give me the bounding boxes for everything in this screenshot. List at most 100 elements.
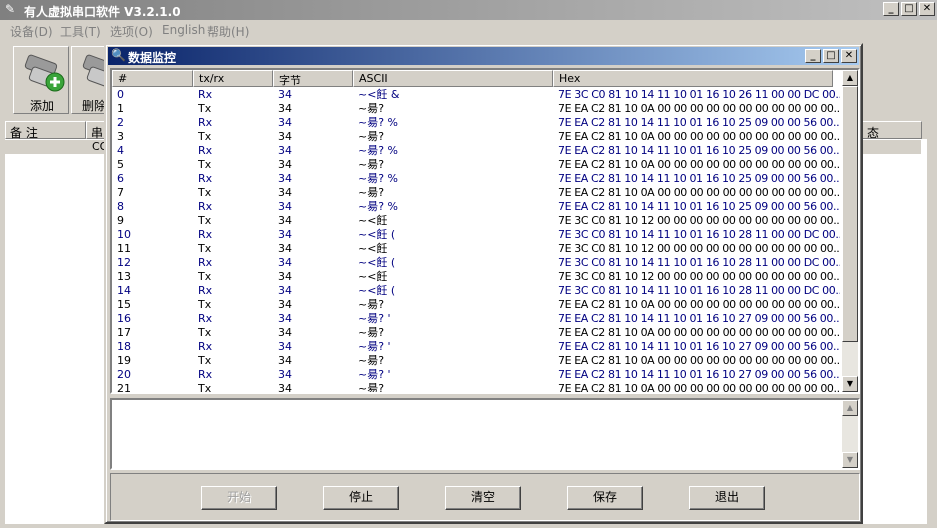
menu-options[interactable]: 选项(O) xyxy=(110,23,153,40)
table-row[interactable]: 13 Tx 34 ~<飪 7E 3C C0 81 10 12 00 00 00 00 0… xyxy=(112,270,844,284)
column-header-status[interactable]: 态 xyxy=(862,121,922,140)
row-ascii: ~昜? % xyxy=(358,116,399,129)
save-button[interactable]: 保存 xyxy=(567,486,643,510)
dialog-maximize-button[interactable]: □ xyxy=(823,49,839,63)
row-direction: Rx xyxy=(198,256,213,269)
grid-header: # tx/rx 字节 ASCII Hex xyxy=(112,70,844,87)
table-row[interactable]: 18 Rx 34 ~昜? ' 7E EA C2 81 10 14 11 10 01 16… xyxy=(112,340,844,354)
table-row[interactable]: 5 Tx 34 ~昜? 7E EA C2 81 10 0A 00 00 00 00 00… xyxy=(112,158,844,172)
table-row[interactable]: 16 Rx 34 ~昜? ' 7E EA C2 81 10 14 11 10 01 16… xyxy=(112,312,844,326)
row-index: 10 xyxy=(117,228,131,241)
app-icon: ✎ xyxy=(5,2,16,16)
dialog-minimize-button[interactable]: _ xyxy=(805,49,821,63)
add-port-icon xyxy=(24,54,65,92)
column-header-direction[interactable]: tx/rx xyxy=(193,70,273,87)
row-index: 3 xyxy=(117,130,124,143)
table-row[interactable]: 2 Rx 34 ~昜? % 7E EA C2 81 10 14 11 10 01 16 … xyxy=(112,116,844,130)
table-row[interactable]: 1 Tx 34 ~昜? 7E EA C2 81 10 0A 00 00 00 00 00… xyxy=(112,102,844,116)
column-header-bytes[interactable]: 字节 xyxy=(273,70,353,87)
clear-button[interactable]: 清空 xyxy=(445,486,521,510)
detail-scroll-up-button[interactable]: ▲ xyxy=(842,400,858,416)
row-index: 11 xyxy=(117,242,131,255)
column-header-hex[interactable]: Hex xyxy=(553,70,833,87)
row-index: 4 xyxy=(117,144,124,157)
row-direction: Tx xyxy=(198,158,212,171)
row-direction: Rx xyxy=(198,172,213,185)
row-bytes: 34 xyxy=(278,88,292,101)
row-ascii: ~昜? % xyxy=(358,144,399,157)
menu-english[interactable]: English xyxy=(162,23,205,37)
menu-device[interactable]: 设备(D) xyxy=(10,23,53,40)
table-row[interactable]: 15 Tx 34 ~昜? 7E EA C2 81 10 0A 00 00 00 00 0… xyxy=(112,298,844,312)
row-bytes: 34 xyxy=(278,158,292,171)
table-row[interactable]: 10 Rx 34 ~<飪 (7E 3C C0 81 10 14 11 10 01 16… xyxy=(112,228,844,242)
row-index: 16 xyxy=(117,312,131,325)
row-direction: Tx xyxy=(198,326,212,339)
detail-scrollbar[interactable]: ▲ ▼ xyxy=(842,400,858,468)
table-row[interactable]: 3 Tx 34 ~昜? 7E EA C2 81 10 0A 00 00 00 00 00… xyxy=(112,130,844,144)
row-hex: 7E 3C C0 81 10 12 00 00 00 00 00 00 00 0… xyxy=(558,270,840,283)
table-row[interactable]: 6 Rx 34 ~昜? % 7E EA C2 81 10 14 11 10 01 16 … xyxy=(112,172,844,186)
row-direction: Tx xyxy=(198,242,212,255)
row-direction: Rx xyxy=(198,368,213,381)
row-bytes: 34 xyxy=(278,242,292,255)
magnifier-icon: 🔍 xyxy=(111,48,126,62)
column-header-ascii[interactable]: ASCII xyxy=(353,70,553,87)
column-header-index[interactable]: # xyxy=(112,70,193,87)
row-hex: 7E EA C2 81 10 14 11 10 01 16 10 27 09 0… xyxy=(558,340,840,353)
row-bytes: 34 xyxy=(278,144,292,157)
row-bytes: 34 xyxy=(278,116,292,129)
table-row[interactable]: 17 Tx 34 ~昜? 7E EA C2 81 10 0A 00 00 00 00 0… xyxy=(112,326,844,340)
stop-button[interactable]: 停止 xyxy=(323,486,399,510)
row-hex: 7E EA C2 81 10 0A 00 00 00 00 00 00 00 0… xyxy=(558,382,840,394)
dialog-close-button[interactable]: ✕ xyxy=(841,49,857,63)
add-button[interactable]: 添加 xyxy=(13,46,69,114)
row-direction: Tx xyxy=(198,298,212,311)
exit-button[interactable]: 退出 xyxy=(689,486,765,510)
start-button[interactable]: 开始 xyxy=(201,486,277,510)
table-row[interactable]: 11 Tx 34 ~<飪 7E 3C C0 81 10 12 00 00 00 00 0… xyxy=(112,242,844,256)
scroll-down-button[interactable]: ▼ xyxy=(842,376,858,392)
close-button[interactable]: ✕ xyxy=(919,2,935,16)
table-row[interactable]: 21 Tx 34 ~昜? 7E EA C2 81 10 0A 00 00 00 00 0… xyxy=(112,382,844,394)
delete-button[interactable]: 删除 xyxy=(71,46,107,114)
row-hex: 7E EA C2 81 10 0A 00 00 00 00 00 00 00 0… xyxy=(558,354,840,367)
row-ascii: ~<飪 ( xyxy=(358,256,396,269)
row-hex: 7E EA C2 81 10 0A 00 00 00 00 00 00 00 0… xyxy=(558,298,840,311)
row-direction: Tx xyxy=(198,214,212,227)
table-row[interactable]: 19 Tx 34 ~昜? 7E EA C2 81 10 0A 00 00 00 00 0… xyxy=(112,354,844,368)
menu-tools[interactable]: 工具(T) xyxy=(60,23,101,40)
row-ascii: ~昜? % xyxy=(358,200,399,213)
row-hex: 7E EA C2 81 10 14 11 10 01 16 10 25 09 0… xyxy=(558,172,840,185)
grid-scrollbar[interactable]: ▲ ▼ xyxy=(842,70,858,392)
table-row[interactable]: 14 Rx 34 ~<飪 (7E 3C C0 81 10 14 11 10 01 16… xyxy=(112,284,844,298)
row-bytes: 34 xyxy=(278,368,292,381)
table-row[interactable]: 7 Tx 34 ~昜? 7E EA C2 81 10 0A 00 00 00 00 00… xyxy=(112,186,844,200)
row-hex: 7E 3C C0 81 10 14 11 10 01 16 10 28 11 0… xyxy=(558,284,840,297)
table-row[interactable]: 12 Rx 34 ~<飪 (7E 3C C0 81 10 14 11 10 01 16… xyxy=(112,256,844,270)
detail-scroll-down-button[interactable]: ▼ xyxy=(842,452,858,468)
table-row[interactable]: 20 Rx 34 ~昜? ' 7E EA C2 81 10 14 11 10 01 16… xyxy=(112,368,844,382)
table-row[interactable]: 9 Tx 34 ~<飪 7E 3C C0 81 10 12 00 00 00 00 00… xyxy=(112,214,844,228)
row-bytes: 34 xyxy=(278,298,292,311)
row-index: 1 xyxy=(117,102,124,115)
scroll-up-button[interactable]: ▲ xyxy=(842,70,858,86)
table-row[interactable]: 4 Rx 34 ~昜? % 7E EA C2 81 10 14 11 10 01 16 … xyxy=(112,144,844,158)
maximize-button[interactable]: □ xyxy=(901,2,917,16)
table-row[interactable]: 0 Rx 34 ~<飪 & 7E 3C C0 81 10 14 11 10 01 16 … xyxy=(112,88,844,102)
row-direction: Tx xyxy=(198,354,212,367)
row-hex: 7E EA C2 81 10 0A 00 00 00 00 00 00 00 0… xyxy=(558,186,840,199)
row-hex: 7E EA C2 81 10 0A 00 00 00 00 00 00 00 0… xyxy=(558,102,840,115)
detail-textarea[interactable]: ▲ ▼ xyxy=(110,398,860,470)
minimize-button[interactable]: _ xyxy=(883,2,899,16)
table-row[interactable]: 8 Rx 34 ~昜? % 7E EA C2 81 10 14 11 10 01 16 … xyxy=(112,200,844,214)
row-ascii: ~昜? % xyxy=(358,172,399,185)
row-index: 19 xyxy=(117,354,131,367)
delete-label: 删除 xyxy=(82,99,107,113)
dialog-title-bar: 🔍 数据监控 _ □ ✕ xyxy=(108,47,859,65)
row-hex: 7E EA C2 81 10 14 11 10 01 16 10 25 09 0… xyxy=(558,200,840,213)
row-bytes: 34 xyxy=(278,340,292,353)
menu-help[interactable]: 帮助(H) xyxy=(207,23,249,40)
column-header-note[interactable]: 备 注 xyxy=(5,121,86,140)
scroll-thumb[interactable] xyxy=(842,86,858,342)
